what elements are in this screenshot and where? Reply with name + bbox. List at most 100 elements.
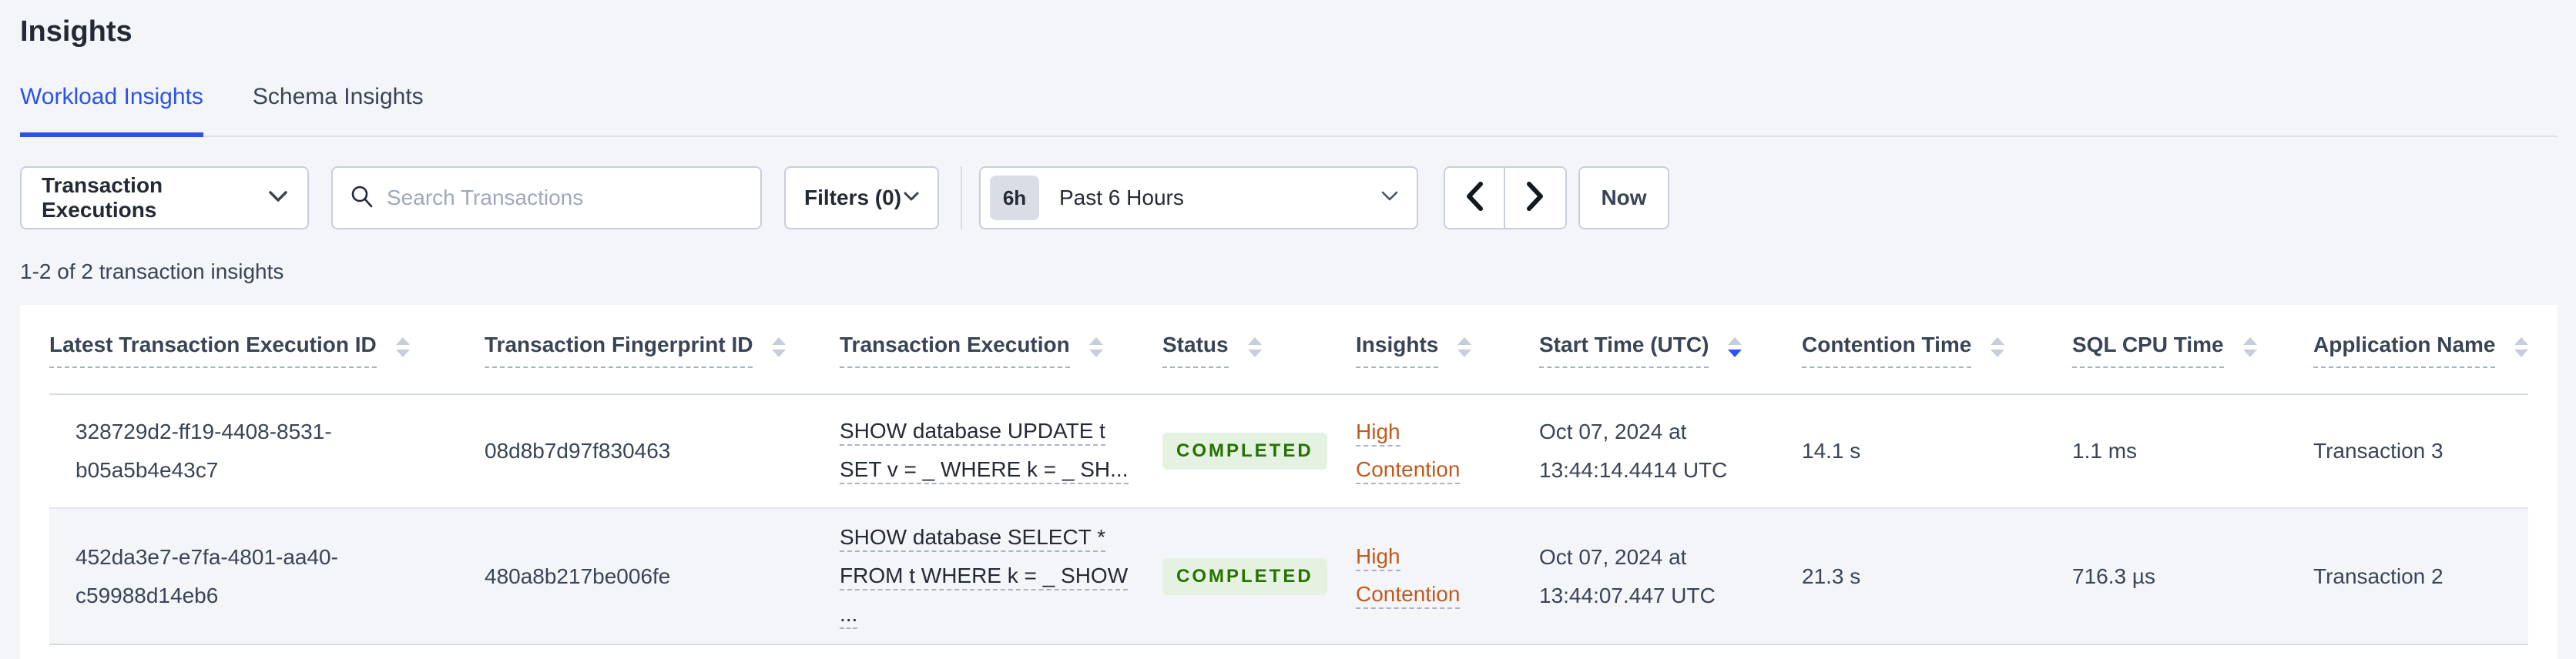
column-header-contention-time[interactable]: Contention Time [1802,331,2072,368]
time-range-label: Past 6 Hours [1059,186,1184,209]
column-header-label[interactable]: Start Time (UTC) [1539,331,1709,368]
execution-type-select[interactable]: Transaction Executions [20,166,309,229]
transaction-execution-cell: SHOW database SELECT * FROM t WHERE k = … [840,508,1162,644]
column-header-sql-cpu-time[interactable]: SQL CPU Time [2072,331,2313,368]
sort-icon[interactable] [395,336,411,359]
sort-icon-active-desc[interactable] [1727,336,1742,359]
execution-type-label: Transaction Executions [42,173,163,222]
sort-icon[interactable] [2514,336,2529,359]
column-header-label[interactable]: SQL CPU Time [2072,331,2224,368]
column-header-label[interactable]: Transaction Execution [840,331,1070,368]
execution-id-line: 452da3e7-e7fa-4801-aa40- [75,544,338,569]
time-range-arrows [1444,166,1567,229]
status-cell: COMPLETED [1162,508,1356,644]
latest-execution-id-cell: 452da3e7-e7fa-4801-aa40- c59988d14eb6 [49,508,485,644]
sql-statement-line[interactable]: FROM t WHERE k = _ SHOW [840,563,1129,590]
chevron-down-icon [904,191,919,205]
table-header-row: Latest Transaction Execution ID Transact… [49,305,2529,395]
latest-execution-id-cell: 328729d2-ff19-4408-8531- b05a5b4e43c7 [49,394,485,508]
toolbar-divider [961,166,962,229]
sort-icon[interactable] [1088,336,1104,359]
search-input[interactable] [387,186,743,210]
column-header-label[interactable]: Application Name [2313,331,2496,368]
sort-icon[interactable] [1990,336,2005,359]
status-badge: COMPLETED [1162,557,1327,595]
time-range-select[interactable]: 6h Past 6 Hours [979,166,1418,229]
toolbar: Transaction Executions Filters (0) 6h Pa… [20,166,2558,229]
column-header-label[interactable]: Latest Transaction Execution ID [49,331,377,368]
filters-button[interactable]: Filters (0) [784,166,939,229]
tab-bar: Workload Insights Schema Insights [20,83,2558,137]
fingerprint-id: 480a8b217be006fe [485,564,671,588]
execution-id-line: 328729d2-ff19-4408-8531- [75,420,332,443]
search-box [331,166,762,229]
time-range-next-button[interactable] [1505,168,1565,228]
table-row: 328729d2-ff19-4408-8531- b05a5b4e43c7 08… [49,394,2528,508]
column-header-latest-execution-id[interactable]: Latest Transaction Execution ID [49,331,485,368]
application-name-cell: Transaction 3 [2313,439,2444,463]
sql-statement-line[interactable]: ... [840,601,858,629]
insight-line[interactable]: Contention [1356,457,1461,484]
column-header-transaction-execution[interactable]: Transaction Execution [840,331,1162,368]
insight-line[interactable]: Contention [1356,581,1461,609]
chevron-down-icon [269,190,287,206]
transaction-insights-table: Latest Transaction Execution ID Transact… [49,305,2529,645]
contention-time-cell: 21.3 s [1802,564,1861,588]
insights-page: Insights Workload Insights Schema Insigh… [0,14,2576,659]
caret-left-icon [1464,181,1484,216]
start-time-line: Oct 07, 2024 at [1539,420,1687,443]
transaction-execution-link[interactable]: SHOW database UPDATE t SET v = _ WHERE k… [840,418,1162,484]
start-time-cell: Oct 07, 2024 at 13:44:07.447 UTC [1539,508,1802,644]
start-time-line: Oct 07, 2024 at [1539,544,1687,569]
execution-id-line: c59988d14eb6 [75,583,219,607]
status-cell: COMPLETED [1162,394,1356,508]
column-header-label[interactable]: Insights [1356,331,1439,368]
insight-line[interactable]: High [1356,544,1400,571]
chevron-down-icon [1381,191,1398,205]
column-header-label[interactable]: Contention Time [1802,331,1972,368]
column-header-label[interactable]: Status [1162,331,1229,368]
insights-table-card: Latest Transaction Execution ID Transact… [20,305,2558,659]
search-icon [350,184,374,212]
results-summary: 1-2 of 2 transaction insights [20,259,284,283]
sort-icon[interactable] [1457,336,1472,359]
column-header-status[interactable]: Status [1162,331,1356,368]
start-time-cell: Oct 07, 2024 at 13:44:14.4414 UTC [1539,394,1802,508]
now-button[interactable]: Now [1578,166,1669,229]
column-header-label[interactable]: Transaction Fingerprint ID [485,331,753,368]
column-header-insights[interactable]: Insights [1356,331,1539,368]
high-contention-link[interactable]: High Contention [1356,544,1539,609]
caret-right-icon [1525,181,1545,216]
sql-statement-line[interactable]: SHOW database UPDATE t [840,418,1105,446]
high-contention-link[interactable]: High Contention [1356,419,1539,484]
sort-icon[interactable] [771,336,787,359]
column-header-start-time[interactable]: Start Time (UTC) [1539,331,1802,368]
sql-cpu-time-cell: 716.3 µs [2072,564,2155,588]
transaction-execution-link[interactable]: SHOW database SELECT * FROM t WHERE k = … [840,524,1162,629]
insights-cell: High Contention [1356,394,1539,508]
column-header-application-name[interactable]: Application Name [2313,331,2529,368]
application-name-cell: Transaction 2 [2313,564,2444,588]
transaction-execution-cell: SHOW database UPDATE t SET v = _ WHERE k… [840,394,1162,508]
filters-label: Filters (0) [804,186,902,209]
column-header-fingerprint-id[interactable]: Transaction Fingerprint ID [485,331,840,368]
insight-line[interactable]: High [1356,419,1400,447]
tab-workload-insights[interactable]: Workload Insights [20,83,203,137]
sort-icon[interactable] [2242,336,2258,359]
sql-cpu-time-cell: 1.1 ms [2072,439,2138,463]
sort-icon[interactable] [1247,336,1263,359]
insights-cell: High Contention [1356,508,1539,644]
fingerprint-id-cell: 08d8b7d97f830463 [485,394,840,508]
now-button-label: Now [1601,186,1647,209]
contention-time-cell: 14.1 s [1802,439,1861,463]
time-range-prev-button[interactable] [1445,168,1506,228]
sql-statement-line[interactable]: SHOW database SELECT * [840,524,1105,552]
start-time-line: 13:44:07.447 UTC [1539,583,1716,607]
start-time-line: 13:44:14.4414 UTC [1539,458,1728,482]
fingerprint-id: 08d8b7d97f830463 [485,439,671,463]
table-row: 452da3e7-e7fa-4801-aa40- c59988d14eb6 48… [49,508,2528,644]
sql-statement-line[interactable]: SET v = _ WHERE k = _ SH... [840,457,1129,484]
page-title: Insights [20,15,132,48]
tab-schema-insights[interactable]: Schema Insights [253,83,424,137]
fingerprint-id-cell: 480a8b217be006fe [485,508,840,644]
